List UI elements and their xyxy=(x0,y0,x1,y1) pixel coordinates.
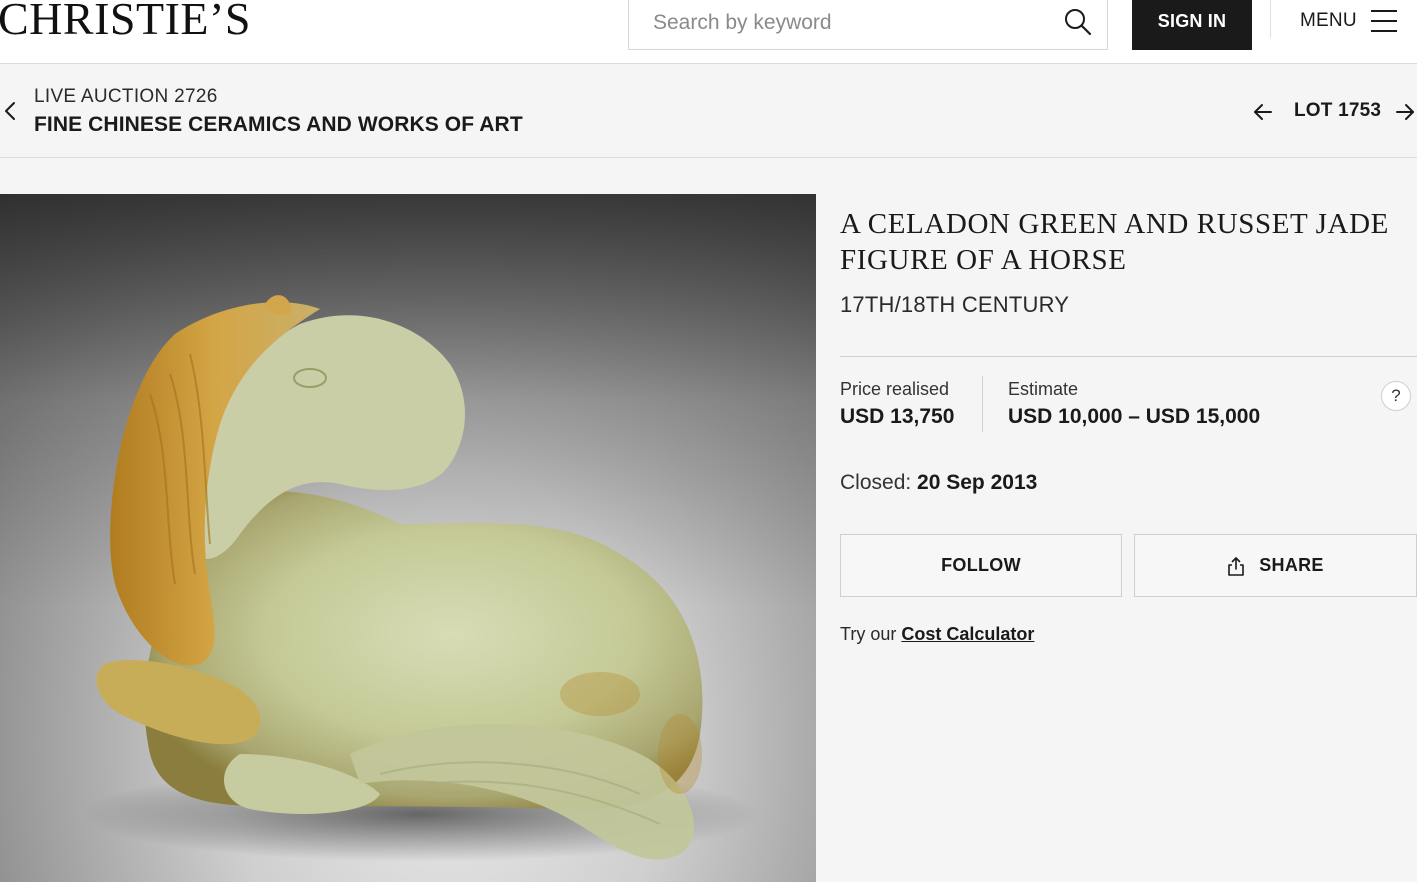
price-realised-label: Price realised xyxy=(840,379,950,399)
menu-label: MENU xyxy=(1300,10,1357,31)
lot-image[interactable] xyxy=(0,194,816,882)
jade-horse-figure xyxy=(80,295,760,862)
arrow-left-icon[interactable] xyxy=(1252,102,1274,122)
price-divider xyxy=(982,376,983,432)
hamburger-icon xyxy=(1370,10,1397,32)
price-realised-value: USD 13,750 xyxy=(840,405,955,428)
estimate-value: USD 10,000 – USD 15,000 xyxy=(1008,405,1261,428)
share-button[interactable]: SHARE xyxy=(1134,534,1417,597)
lot-period: 17TH/18TH CENTURY xyxy=(840,292,1070,317)
menu-button[interactable]: MENU xyxy=(1300,6,1397,36)
lot-title: A CELADON GREEN AND RUSSET JADE FIGURE O… xyxy=(840,208,1389,276)
cost-calculator-link[interactable]: Cost Calculator xyxy=(901,624,1034,644)
auction-title[interactable]: FINE CHINESE CERAMICS AND WORKS OF ART xyxy=(34,113,523,137)
follow-button[interactable]: FOLLOW xyxy=(840,534,1122,597)
share-icon xyxy=(1228,556,1245,576)
chevron-left-icon[interactable] xyxy=(2,100,18,122)
divider xyxy=(840,356,1417,357)
header-divider xyxy=(1270,0,1271,38)
help-button[interactable]: ? xyxy=(1381,381,1411,411)
cost-calculator-row: Try our Cost Calculator xyxy=(840,624,1034,645)
closed-date-row: Closed: 20 Sep 2013 xyxy=(840,471,1037,495)
christies-logo[interactable]: CHRISTIE’S xyxy=(0,0,251,42)
lot-number: LOT 1753 xyxy=(1294,100,1382,121)
cost-prefix: Try our xyxy=(840,624,897,644)
closed-date: 20 Sep 2013 xyxy=(917,471,1038,494)
arrow-right-icon[interactable] xyxy=(1394,102,1416,122)
follow-label: FOLLOW xyxy=(941,555,1021,575)
estimate-label: Estimate xyxy=(1008,379,1079,399)
site-header: CHRISTIE’S SIGN IN MENU xyxy=(0,0,1417,64)
share-label: SHARE xyxy=(1259,555,1324,575)
search-box[interactable] xyxy=(628,0,1108,50)
auction-breadcrumb: LIVE AUCTION 2726 FINE CHINESE CERAMICS … xyxy=(0,64,1417,158)
auction-label[interactable]: LIVE AUCTION 2726 xyxy=(34,86,218,108)
closed-label: Closed: xyxy=(840,471,912,494)
search-input[interactable] xyxy=(653,7,1053,39)
search-icon[interactable] xyxy=(1063,7,1093,37)
sign-in-button[interactable]: SIGN IN xyxy=(1132,0,1252,50)
